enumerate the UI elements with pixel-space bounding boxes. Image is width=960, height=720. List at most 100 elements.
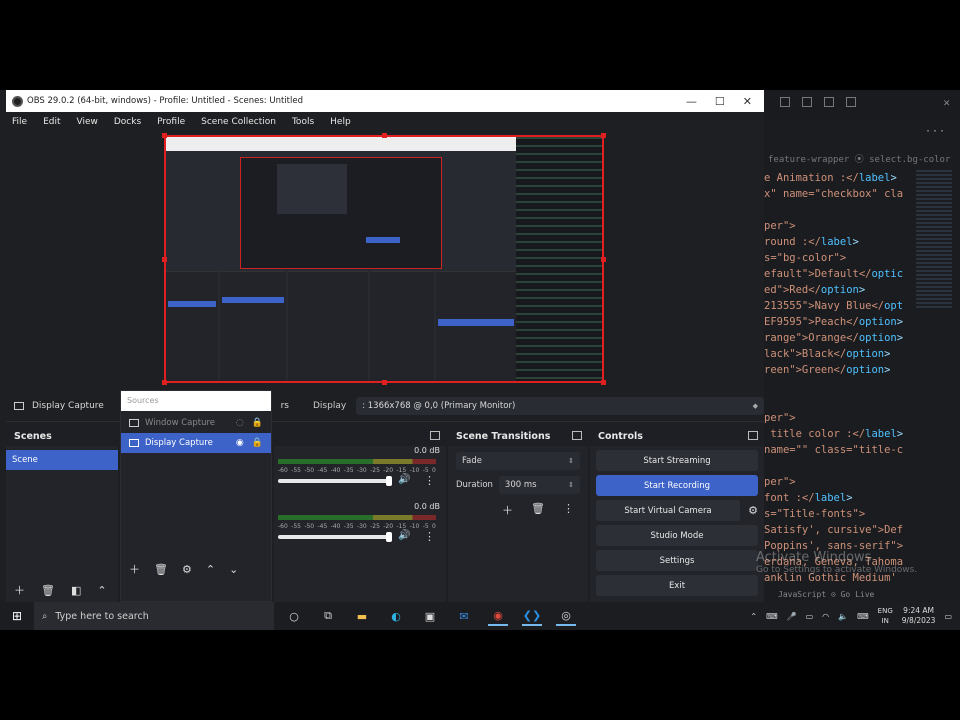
cortana-icon[interactable]: ○: [284, 606, 304, 626]
close-icon[interactable]: ✕: [943, 96, 950, 109]
menu-tools[interactable]: Tools: [292, 117, 314, 127]
scenes-header: Scenes: [6, 426, 118, 446]
controls-dock: Controls Start Streaming Start Recording…: [590, 426, 764, 602]
source-item-display-capture[interactable]: Display Capture ◉ 🔒: [121, 433, 271, 453]
add-source-icon[interactable]: ＋: [129, 561, 140, 577]
wifi-icon[interactable]: ◠: [822, 612, 829, 621]
scene-filters-icon[interactable]: ◧: [71, 584, 81, 597]
clock[interactable]: 9:24 AM 9/8/2023: [902, 606, 936, 626]
meter-tick-label: -50: [304, 523, 315, 530]
duration-input[interactable]: 300 ms ⇕: [498, 476, 580, 494]
volume-fader[interactable]: [278, 479, 390, 483]
close-button[interactable]: ✕: [743, 95, 752, 108]
speaker-icon[interactable]: 🔊: [398, 474, 410, 485]
chrome-icon[interactable]: ◉: [488, 606, 508, 626]
remove-source-icon[interactable]: 🗑: [154, 563, 168, 576]
gear-icon[interactable]: ⚙: [748, 504, 758, 517]
meter-tick-label: -40: [330, 523, 341, 530]
fader-handle[interactable]: [386, 476, 392, 486]
remove-transition-icon[interactable]: 🗑: [531, 502, 545, 518]
start-recording-button[interactable]: Start Recording: [596, 475, 758, 496]
file-explorer-icon[interactable]: ▬: [352, 606, 372, 626]
code-area[interactable]: e Animation :</label> x" name="checkbox" …: [764, 170, 914, 586]
preview-canvas[interactable]: [162, 133, 606, 385]
menu-view[interactable]: View: [77, 117, 98, 127]
menu-edit[interactable]: Edit: [43, 117, 60, 127]
lock-icon[interactable]: 🔒: [252, 438, 263, 448]
menu-help[interactable]: Help: [330, 117, 351, 127]
float-icon[interactable]: [430, 431, 440, 440]
grid-icon[interactable]: [846, 97, 856, 107]
move-up-icon[interactable]: ⌃: [206, 563, 215, 576]
settings-button[interactable]: Settings: [596, 550, 758, 571]
add-transition-icon[interactable]: ＋: [502, 502, 513, 518]
move-up-icon[interactable]: ⌃: [97, 584, 106, 597]
obs-icon[interactable]: ◎: [556, 606, 576, 626]
exit-button[interactable]: Exit: [596, 575, 758, 596]
eye-icon[interactable]: ◉: [236, 438, 244, 448]
kebab-menu-icon[interactable]: ⋮: [424, 530, 435, 543]
microphone-icon[interactable]: 🎤: [787, 612, 797, 621]
lang-top: ENG: [877, 607, 893, 615]
lock-icon[interactable]: 🔒: [252, 418, 263, 428]
code-text: per">: [764, 412, 796, 424]
transition-select[interactable]: Fade ⇕: [456, 452, 580, 470]
split-icon[interactable]: [802, 97, 812, 107]
source-item-window-capture[interactable]: Window Capture ◌ 🔒: [121, 413, 271, 433]
language-indicator[interactable]: ENG IN: [878, 606, 893, 626]
minimap[interactable]: [916, 170, 952, 310]
keyboard-icon[interactable]: ⌨: [857, 612, 869, 621]
clock-date: 9/8/2023: [901, 616, 936, 625]
chevron-up-icon[interactable]: ⌃: [750, 612, 757, 621]
menu-profile[interactable]: Profile: [157, 117, 185, 127]
scene-item[interactable]: Scene: [6, 450, 118, 470]
kebab-menu-icon[interactable]: ⋮: [563, 502, 574, 518]
move-down-icon[interactable]: ⌄: [229, 563, 238, 576]
menu-docks[interactable]: Docks: [114, 117, 141, 127]
stepper-icon[interactable]: ⇕: [568, 481, 574, 489]
editor-status[interactable]: JavaScript ⊙ Go Live: [764, 588, 960, 602]
float-icon[interactable]: [748, 431, 758, 440]
meter-tick-label: -20: [383, 523, 394, 530]
layout-icon[interactable]: [780, 97, 790, 107]
edge-icon[interactable]: ◐: [386, 606, 406, 626]
display-select[interactable]: : 1366x768 @ 0,0 (Primary Monitor) ◆: [356, 396, 764, 415]
remove-scene-icon[interactable]: 🗑: [41, 584, 55, 597]
menu-bar: File Edit View Docks Profile Scene Colle…: [6, 112, 764, 132]
network-icon[interactable]: ⌨: [766, 612, 778, 621]
eye-hidden-icon[interactable]: ◌: [236, 418, 244, 428]
menu-scene-collection[interactable]: Scene Collection: [201, 117, 276, 127]
task-view-icon[interactable]: ⧉: [318, 606, 338, 626]
meter-tick-label: -60: [278, 467, 288, 474]
add-scene-icon[interactable]: ＋: [14, 582, 25, 598]
kebab-menu-icon[interactable]: ⋮: [424, 474, 435, 487]
properties-button[interactable]: rs: [281, 401, 289, 411]
volume-fader[interactable]: [278, 535, 390, 539]
meter-tick-label: -60: [278, 523, 288, 530]
breadcrumb[interactable]: feature-wrapper ⦿ select.bg-color: [764, 152, 960, 165]
panel-icon[interactable]: [824, 97, 834, 107]
minimize-button[interactable]: —: [686, 95, 697, 108]
vscode-icon[interactable]: ❮❯: [522, 606, 542, 626]
meter-tick-label: -50: [304, 467, 315, 474]
sources-title-input[interactable]: Sources: [121, 391, 271, 411]
code-punct: >: [858, 284, 866, 296]
studio-mode-button[interactable]: Studio Mode: [596, 525, 758, 546]
menu-file[interactable]: File: [12, 117, 27, 127]
maximize-button[interactable]: ☐: [715, 95, 725, 108]
start-virtual-camera-button[interactable]: Start Virtual Camera ⚙: [596, 500, 758, 521]
volume-icon[interactable]: 🔈: [838, 612, 848, 621]
taskbar-search[interactable]: ⌕ Type here to search: [34, 602, 274, 630]
more-icon[interactable]: ···: [925, 126, 946, 137]
source-properties-icon[interactable]: ⚙: [182, 563, 192, 576]
mail-icon[interactable]: ✉: [454, 606, 474, 626]
windows-start-icon[interactable]: ⊞: [0, 609, 34, 623]
store-icon[interactable]: ▣: [420, 606, 440, 626]
float-icon[interactable]: [572, 431, 582, 440]
start-streaming-button[interactable]: Start Streaming: [596, 450, 758, 471]
battery-icon[interactable]: ▭: [806, 612, 814, 621]
notification-icon[interactable]: ▭: [944, 612, 952, 621]
fader-handle[interactable]: [386, 532, 392, 542]
speaker-icon[interactable]: 🔊: [398, 530, 410, 541]
